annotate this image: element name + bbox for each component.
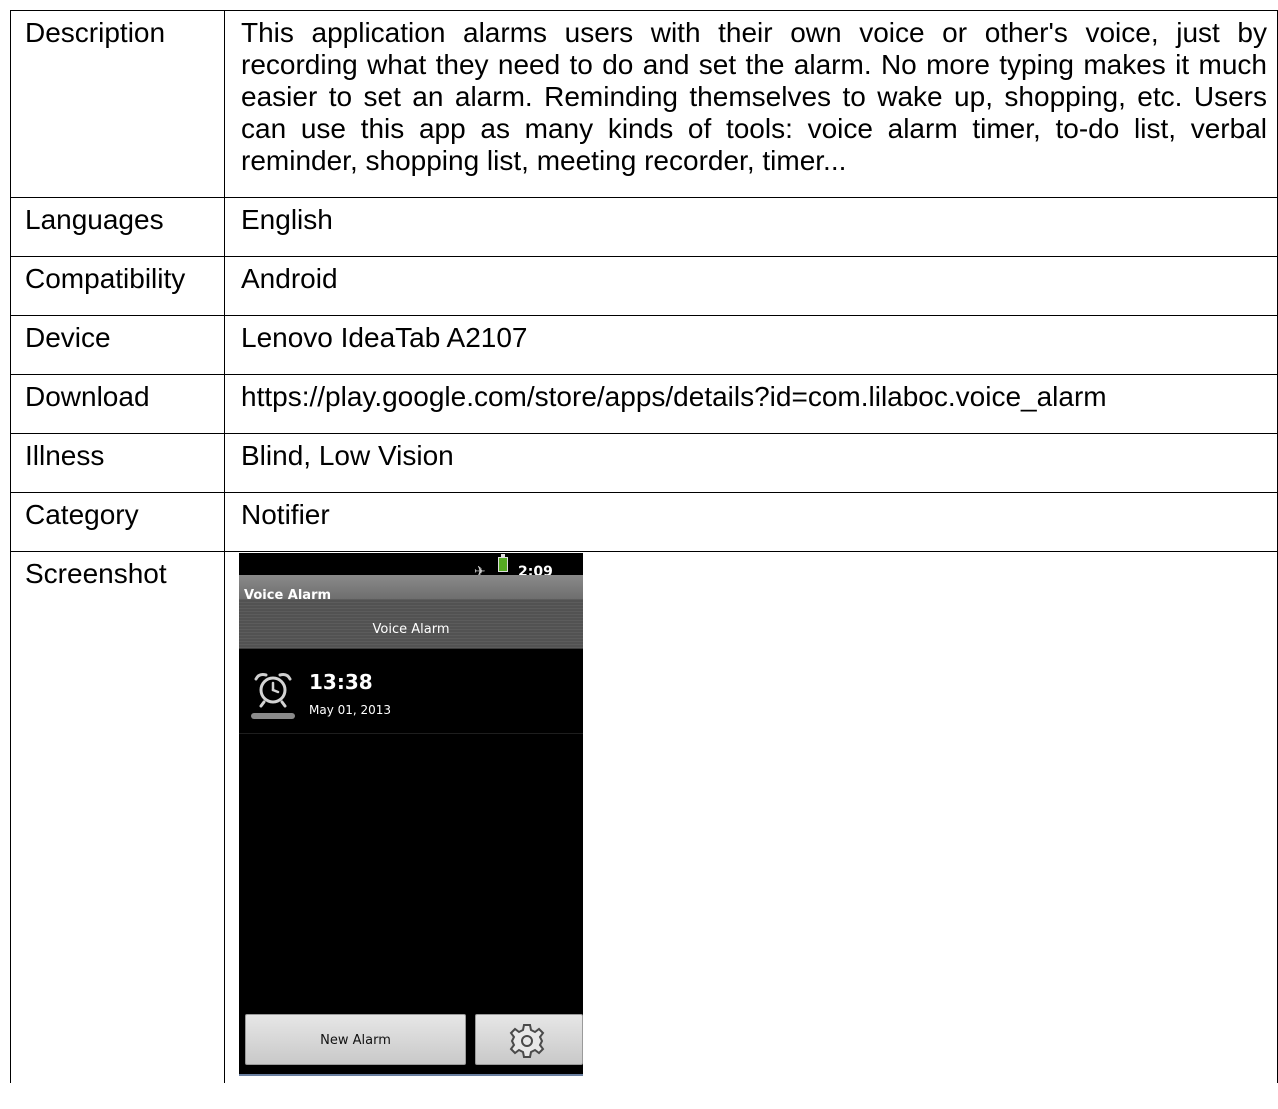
row-label: Screenshot (10, 551, 225, 1083)
alarm-date: May 01, 2013 (309, 703, 392, 717)
screenshot-cell: ✈ 2:09 Voice Alarm Voice Alarm 13:38 May… (224, 551, 1278, 1083)
table-row-screenshot: Screenshot ✈ 2:09 Voice Alarm Voice Alar… (10, 551, 1278, 1083)
row-label: Device (10, 315, 225, 375)
table-row-illness: Illness Blind, Low Vision (10, 433, 1278, 493)
row-label: Category (10, 492, 225, 552)
table-row-device: Device Lenovo IdeaTab A2107 (10, 315, 1278, 375)
screen-header: Voice Alarm (239, 599, 583, 649)
row-label: Description (10, 10, 225, 198)
row-value-device: Lenovo IdeaTab A2107 (224, 315, 1278, 375)
table-row-description: Description This application alarms user… (10, 10, 1278, 198)
table-row-languages: Languages English (10, 197, 1278, 257)
gear-icon (509, 1024, 545, 1058)
download-link[interactable]: https://play.google.com/store/apps/detai… (224, 374, 1278, 434)
alarm-clock-icon (251, 673, 295, 719)
alarm-list-item[interactable]: 13:38 May 01, 2013 (239, 649, 583, 734)
screen-header-title: Voice Alarm (372, 622, 450, 637)
app-info-table: Description This application alarms user… (10, 10, 1278, 1083)
row-label: Download (10, 374, 225, 434)
row-value-description: This application alarms users with their… (224, 10, 1278, 198)
row-label: Illness (10, 433, 225, 493)
table-row-compatibility: Compatibility Android (10, 256, 1278, 316)
row-value-illness: Blind, Low Vision (224, 433, 1278, 493)
settings-button[interactable] (475, 1014, 583, 1065)
row-value-category: Notifier (224, 492, 1278, 552)
status-bar: ✈ 2:09 (239, 553, 583, 580)
table-row-download: Download https://play.google.com/store/a… (10, 374, 1278, 434)
row-value-compatibility: Android (224, 256, 1278, 316)
table-row-category: Category Notifier (10, 492, 1278, 552)
row-value-languages: English (224, 197, 1278, 257)
battery-icon (498, 554, 508, 572)
row-label: Compatibility (10, 256, 225, 316)
row-label: Languages (10, 197, 225, 257)
app-screenshot: ✈ 2:09 Voice Alarm Voice Alarm 13:38 May… (239, 553, 583, 1076)
new-alarm-button[interactable]: New Alarm (245, 1014, 466, 1065)
app-title-bar: Voice Alarm (239, 575, 583, 603)
